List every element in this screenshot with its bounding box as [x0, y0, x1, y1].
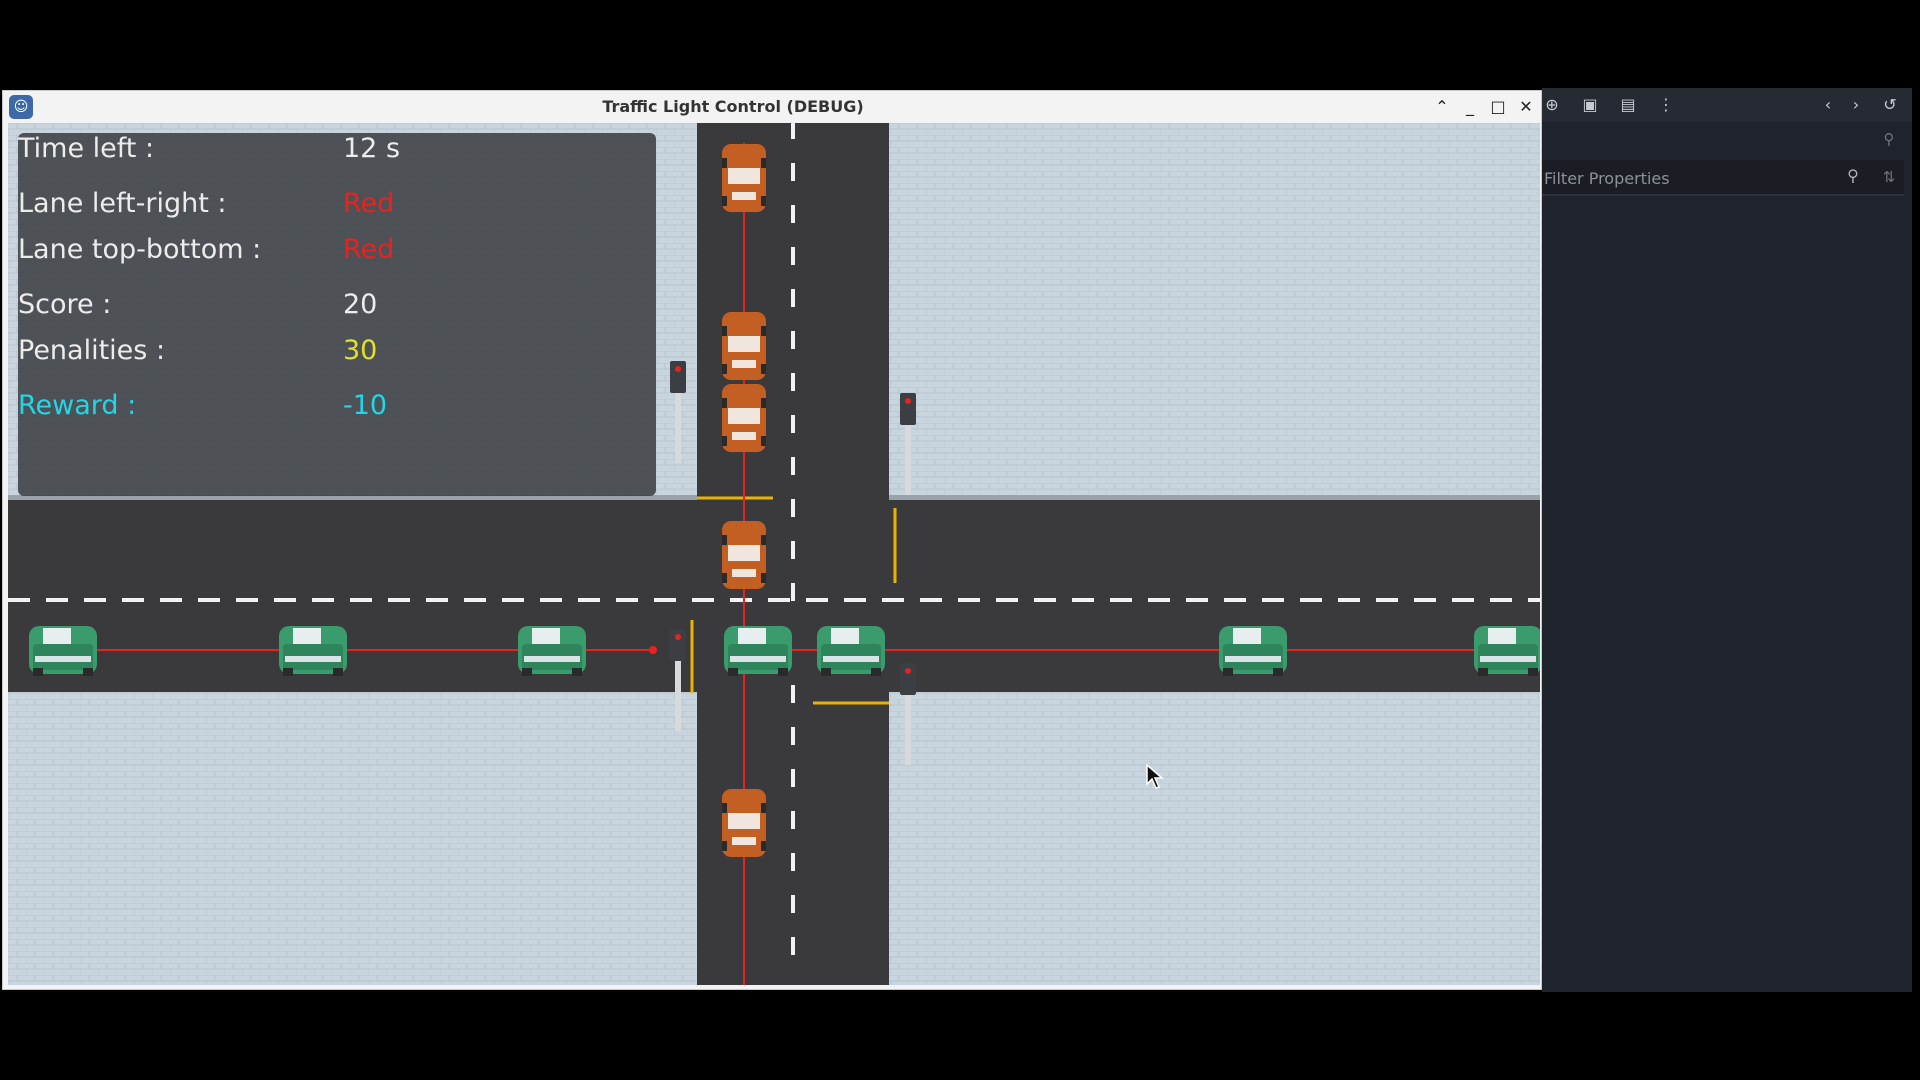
car-orange	[722, 312, 766, 380]
car-orange	[722, 789, 766, 857]
car-orange	[722, 384, 766, 452]
reward-label: Reward :	[18, 390, 137, 421]
score-label: Score :	[18, 289, 112, 320]
car-green	[29, 626, 97, 676]
chevron-left-icon[interactable]: ‹	[1818, 95, 1838, 115]
filter-row: ⚲	[1542, 160, 1904, 196]
car-green	[817, 626, 885, 676]
car-green	[1219, 626, 1287, 676]
maximize-button[interactable]: □	[1486, 95, 1510, 119]
score-value: 20	[343, 289, 378, 320]
hud-panel: Time left : 12 s Lane left-right : Red L…	[18, 133, 656, 496]
lane-left-right-value: Red	[343, 188, 395, 219]
car-green	[1474, 626, 1540, 676]
car-green	[724, 626, 792, 676]
car-orange	[722, 521, 766, 589]
new-resource-icon[interactable]: ⊕	[1542, 95, 1562, 115]
keep-above-button[interactable]: ⌃	[1430, 95, 1454, 119]
sort-icon[interactable]: ⇅	[1878, 168, 1900, 190]
title-bar: ☺ Traffic Light Control (DEBUG) ⌃ _ □ ✕	[3, 91, 1541, 123]
time-left-label: Time left :	[18, 133, 155, 164]
mouse-cursor-icon	[1146, 764, 1164, 789]
history-icon[interactable]: ↺	[1880, 95, 1900, 115]
chevron-right-icon[interactable]: ›	[1846, 95, 1866, 115]
filter-properties-input[interactable]	[1542, 164, 1842, 192]
lane-top-bottom-value: Red	[343, 234, 395, 265]
lane-left-right-label: Lane left-right :	[18, 188, 227, 219]
penalties-label: Penalities :	[18, 335, 166, 366]
save-icon[interactable]: ▤	[1618, 95, 1638, 115]
car-orange	[722, 144, 766, 212]
window-title: Traffic Light Control (DEBUG)	[602, 97, 864, 116]
close-button[interactable]: ✕	[1514, 95, 1538, 119]
editor-toolbar: ⊕ ▣ ▤ ⋮ ‹ › ↺	[1542, 88, 1912, 122]
lane-top-bottom-label: Lane top-bottom :	[18, 234, 262, 265]
editor-inspector-panel: ⊕ ▣ ▤ ⋮ ‹ › ↺ ⚲ ⚲ ⇅	[1542, 88, 1912, 992]
reward-value: -10	[343, 390, 388, 421]
penalties-value: 30	[343, 335, 378, 366]
folder-open-icon[interactable]: ▣	[1580, 95, 1600, 115]
search-icon: ⚲	[1847, 166, 1859, 185]
node-search-icon[interactable]: ⚲	[1878, 130, 1900, 152]
time-left-value: 12 s	[343, 133, 401, 164]
minimize-button[interactable]: _	[1458, 95, 1482, 119]
car-green	[279, 626, 347, 676]
more-vert-icon[interactable]: ⋮	[1656, 95, 1676, 115]
car-green	[518, 626, 586, 676]
